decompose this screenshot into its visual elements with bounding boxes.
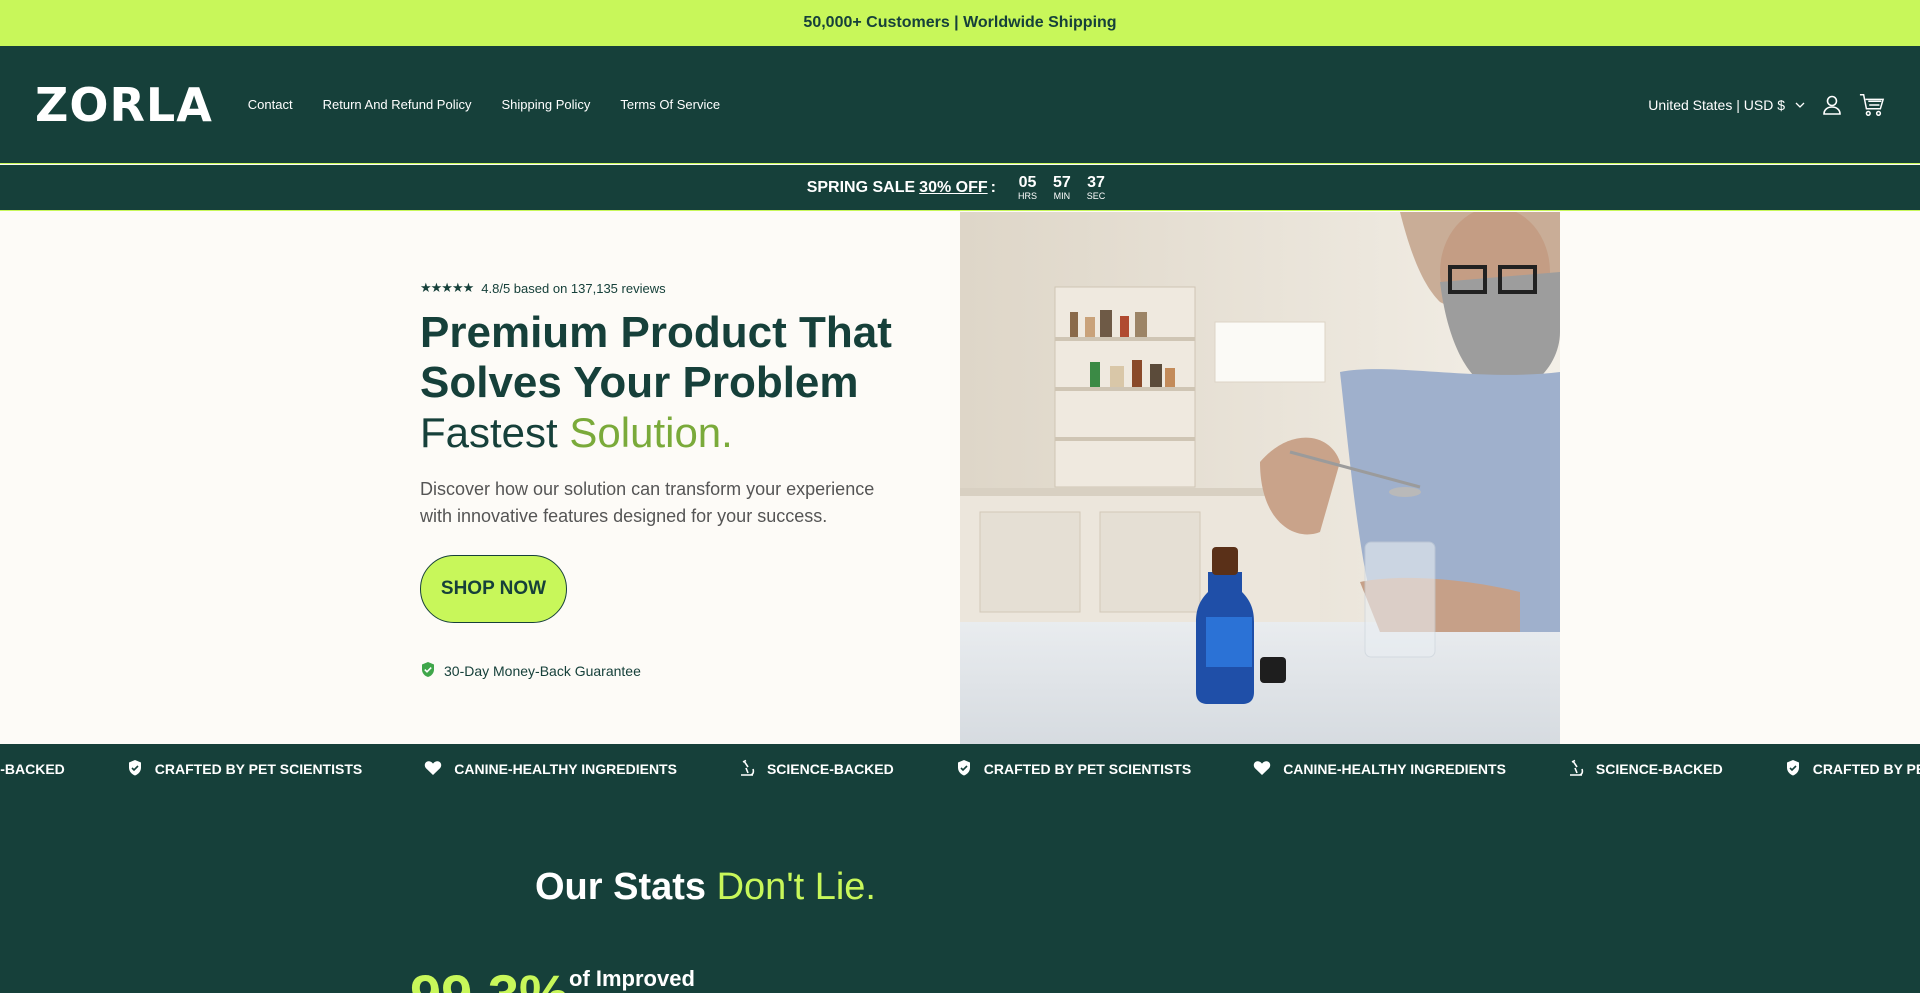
marquee-track: SCIENCE-BACKED CRAFTED BY PET SCIENTISTS C… — [0, 744, 1920, 794]
timer-hours-label: HRS — [1017, 191, 1037, 201]
marquee-item: CANINE-HEALTHY INGREDIENTS — [424, 760, 677, 779]
marquee-item: SCIENCE-BACKED — [1568, 759, 1723, 780]
chevron-down-icon — [1795, 99, 1805, 111]
locale-label: United States | USD $ — [1648, 96, 1785, 113]
marquee-item-label: SCIENCE-BACKED — [1595, 761, 1723, 777]
marquee-item: SCIENCE-BACKED — [739, 759, 894, 780]
hero-title: Premium Product That Solves Your Problem… — [420, 308, 900, 458]
timer-hours-value: 05 — [1018, 174, 1037, 191]
header-actions: United States | USD $ — [1648, 92, 1885, 118]
guarantee-text: 30-Day Money-Back Guarantee — [444, 663, 641, 679]
marquee-item: SCIENCE-BACKED — [0, 759, 65, 780]
timer-minutes: 57 MIN — [1053, 174, 1071, 201]
shield-icon — [956, 759, 972, 780]
sale-colon: : — [990, 178, 996, 196]
hero-title-line1: Premium Product That — [420, 308, 892, 357]
hero-title-accent: Solution. — [569, 409, 733, 456]
timer-seconds-value: 37 — [1087, 174, 1105, 191]
site-header: ZORLA Contact Return And Refund Policy S… — [0, 46, 1920, 164]
marquee-item-label: SCIENCE-BACKED — [0, 761, 65, 777]
hero-title-line2: Solves Your Problem — [420, 358, 859, 407]
hero-title-line3: Fastest Solution. — [420, 409, 733, 456]
marquee-item-label: CRAFTED BY PET SCIENTISTS — [1812, 761, 1920, 777]
shield-icon — [1785, 759, 1801, 780]
timer-minutes-value: 57 — [1052, 174, 1071, 191]
sale-offer-link[interactable]: 30% OFF — [919, 179, 987, 197]
rating-text: 4.8/5 based on 137,135 reviews — [481, 280, 666, 296]
locale-selector[interactable]: United States | USD $ — [1648, 97, 1805, 113]
marquee-item-label: CRAFTED BY PET SCIENTISTS — [154, 761, 363, 777]
marquee-item-label: CANINE-HEALTHY INGREDIENTS — [1283, 761, 1506, 777]
hero-content: ★★★★★ 4.8/5 based on 137,135 reviews Pre… — [420, 280, 900, 681]
timer-minutes-label: MIN — [1053, 191, 1071, 201]
account-icon[interactable] — [1819, 92, 1845, 118]
marquee-item: CANINE-HEALTHY INGREDIENTS — [1253, 760, 1506, 779]
timer-seconds-label: SEC — [1086, 191, 1106, 201]
nav-shipping-policy[interactable]: Shipping Policy — [501, 97, 590, 112]
guarantee-badge: 30-Day Money-Back Guarantee — [420, 661, 900, 681]
stats-title-accent: Don't Lie. — [716, 866, 876, 908]
heart-icon — [424, 760, 442, 779]
microscope-icon — [1568, 759, 1584, 780]
rating-summary: ★★★★★ 4.8/5 based on 137,135 reviews — [420, 280, 900, 296]
main-nav: Contact Return And Refund Policy Shippin… — [248, 97, 720, 112]
nav-terms-of-service[interactable]: Terms Of Service — [620, 97, 720, 112]
features-marquee: SCIENCE-BACKED CRAFTED BY PET SCIENTISTS C… — [0, 744, 1920, 794]
microscope-icon — [739, 759, 755, 780]
marquee-item: CRAFTED BY PET SCIENTISTS — [1785, 759, 1920, 780]
hero-description: Discover how our solution can transform … — [420, 479, 875, 526]
stars-icon: ★★★★★ — [420, 280, 474, 295]
sale-label: SPRING SALE — [806, 178, 916, 196]
timer-hours: 05 HRS — [1018, 174, 1037, 201]
sale-countdown-bar: SPRING SALE 30% OFF : 05 HRS 57 MIN 37 S… — [0, 165, 1920, 211]
marquee-item: CRAFTED BY PET SCIENTISTS — [127, 759, 362, 780]
announcement-bar: 50,000+ Customers | Worldwide Shipping — [0, 0, 1920, 46]
nav-return-policy[interactable]: Return And Refund Policy — [323, 97, 472, 112]
marquee-item-label: SCIENCE-BACKED — [766, 761, 894, 777]
stats-section: Our Stats Don't Lie. 99.3% of Improved — [0, 794, 1920, 993]
shield-check-icon — [420, 661, 436, 681]
stat-value: 99.3% — [410, 962, 569, 993]
logo[interactable]: ZORLA — [35, 78, 213, 132]
marquee-item-label: CANINE-HEALTHY INGREDIENTS — [454, 761, 677, 777]
marquee-item-label: CRAFTED BY PET SCIENTISTS — [983, 761, 1192, 777]
shield-icon — [127, 759, 143, 780]
stat-label: of Improved — [569, 966, 695, 991]
cart-icon[interactable] — [1859, 92, 1885, 118]
timer-seconds: 37 SEC — [1087, 174, 1106, 201]
stats-title: Our Stats Don't Lie. — [535, 866, 876, 909]
stats-title-a: Our Stats — [535, 866, 717, 908]
hero-title-line3-a: Fastest — [420, 409, 570, 456]
hero-section: ★★★★★ 4.8/5 based on 137,135 reviews Pre… — [0, 212, 1920, 744]
heart-icon — [1253, 760, 1271, 779]
hero-image — [960, 212, 1560, 744]
announcement-text: 50,000+ Customers | Worldwide Shipping — [803, 14, 1117, 31]
marquee-item: CRAFTED BY PET SCIENTISTS — [956, 759, 1191, 780]
nav-contact[interactable]: Contact — [248, 97, 293, 112]
shop-now-button[interactable]: SHOP NOW — [420, 555, 567, 623]
